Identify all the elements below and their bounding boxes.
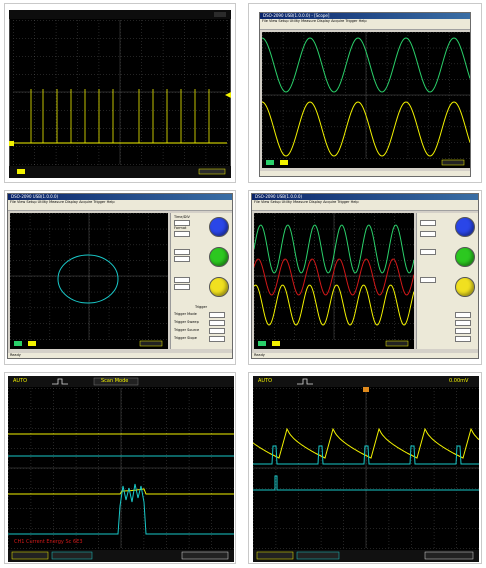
scope-screen-4 xyxy=(254,213,414,349)
trigger-label: Trigger xyxy=(195,305,208,309)
ch1-coupling-select[interactable] xyxy=(174,256,190,262)
app-window-2: DSO-2090 USB(1.0.0.0) - [Scope] File Vie… xyxy=(259,12,471,177)
trigger-slope-select[interactable] xyxy=(209,336,225,342)
trigger-level-label: 0.00mV xyxy=(449,378,469,384)
frame-xy-circle: DSO-2090 USB(1.0.0.0) File View Setup Ut… xyxy=(4,190,236,365)
app-window-4: DSO-2090 USB(1.0.0.0) File View Setup Ut… xyxy=(251,193,479,359)
trigger-level-indicator xyxy=(214,12,226,17)
toolbar[interactable] xyxy=(260,24,470,30)
ch2-knob[interactable] xyxy=(209,247,229,267)
mode-label: AUTO xyxy=(258,378,273,384)
trigger-mode-select[interactable] xyxy=(209,312,225,318)
scope-screen-5 xyxy=(8,376,234,562)
scope-screen-6 xyxy=(253,376,479,562)
scope-screen-2 xyxy=(262,32,470,168)
ch1-volt-select[interactable] xyxy=(420,249,436,255)
trigger-mode-label: Trigger Mode xyxy=(174,312,197,316)
status-text: Ready xyxy=(10,353,21,357)
time-div-label: Time/DIV xyxy=(174,215,190,219)
ch3-knob[interactable] xyxy=(455,277,475,297)
ch2-volt-select[interactable] xyxy=(174,277,190,283)
trigger-sweep-select[interactable] xyxy=(209,320,225,326)
frame-sawtooth: AUTO 0.00mV xyxy=(248,372,482,564)
ch2-coupling-select[interactable] xyxy=(174,284,190,290)
ch3-knob[interactable] xyxy=(209,277,229,297)
capture-note: CH1 Current Energy Sc 6E3 xyxy=(14,539,83,545)
scope-screen-1 xyxy=(9,10,231,178)
status-bar: Ready xyxy=(8,353,232,358)
side-panel: Time/DIV Format Trigger Trigger Mode Tri… xyxy=(170,213,232,349)
trigger-sweep-label: Trigger Sweep xyxy=(174,320,199,324)
trigger-slope-label: Trigger Slope xyxy=(174,336,197,340)
trigger-slope-select[interactable] xyxy=(455,336,471,342)
ch1-volt-select[interactable] xyxy=(174,249,190,255)
status-bar xyxy=(260,171,470,176)
trigger-source-select[interactable] xyxy=(209,328,225,334)
trigger-source-select[interactable] xyxy=(455,328,471,334)
ch1-marker xyxy=(9,141,14,146)
ch2-knob[interactable] xyxy=(455,247,475,267)
top-bar xyxy=(253,376,479,387)
format-label: Format xyxy=(174,226,187,230)
app-window-3: DSO-2090 USB(1.0.0.0) File View Setup Ut… xyxy=(7,193,233,359)
toolbar[interactable] xyxy=(8,205,232,211)
status-bar: Ready xyxy=(252,353,478,358)
trigger-mode-select[interactable] xyxy=(455,312,471,318)
time-div-select[interactable] xyxy=(420,220,436,226)
ch2-volt-select[interactable] xyxy=(420,277,436,283)
scope-screen-3 xyxy=(10,213,168,349)
frame-dual-sine: DSO-2090 USB(1.0.0.0) - [Scope] File Vie… xyxy=(248,3,482,183)
ch1-indicator xyxy=(17,169,25,174)
bottom-bar xyxy=(9,166,231,178)
time-indicator xyxy=(198,168,226,175)
top-bar xyxy=(9,10,231,19)
ch1-knob[interactable] xyxy=(209,217,229,237)
trigger-sweep-select[interactable] xyxy=(455,320,471,326)
scan-mode-label: Scan Mode xyxy=(101,378,129,384)
toolbar[interactable] xyxy=(252,205,478,211)
trigger-source-label: Trigger Source xyxy=(174,328,200,332)
format-select[interactable] xyxy=(420,231,436,237)
mode-label: AUTO xyxy=(13,378,28,384)
ch1-knob[interactable] xyxy=(455,217,475,237)
format-select[interactable] xyxy=(174,231,190,237)
frame-pulse-train xyxy=(4,3,236,183)
frame-scan-mode: AUTO Scan Mode CH1 Current Energy Sc 6E3 xyxy=(4,372,236,564)
frame-triple-sine: DSO-2090 USB(1.0.0.0) File View Setup Ut… xyxy=(248,190,482,365)
trigger-position-marker xyxy=(363,387,369,392)
status-text: Ready xyxy=(254,353,265,357)
side-panel xyxy=(416,213,478,349)
